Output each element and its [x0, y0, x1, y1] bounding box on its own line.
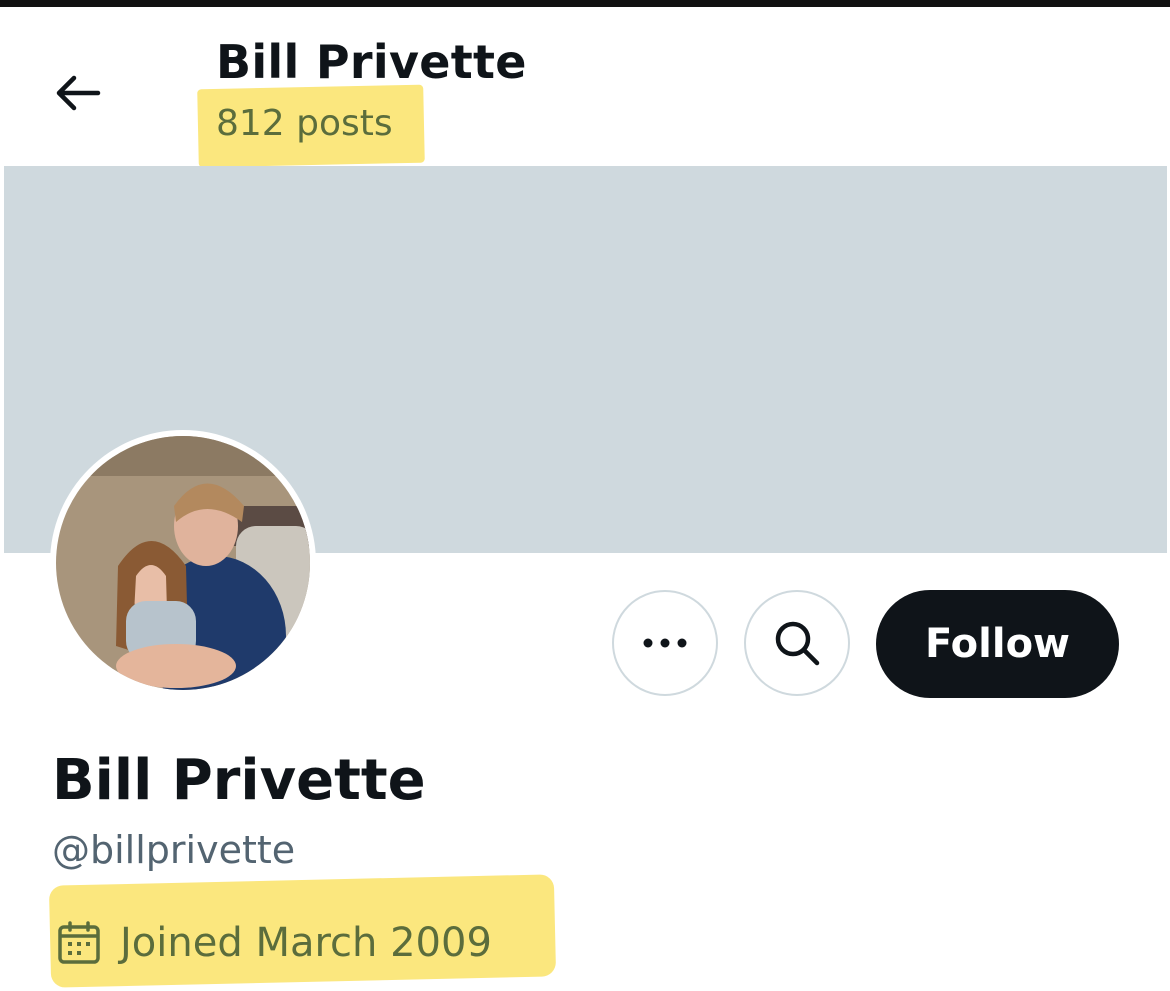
calendar-icon [56, 920, 102, 966]
header-title: Bill Privette [216, 35, 527, 89]
posts-count: 812 posts [216, 103, 393, 144]
top-edge-bar [0, 0, 1170, 7]
search-icon [775, 621, 820, 666]
profile-handle: @billprivette [52, 828, 296, 872]
search-profile-button[interactable] [744, 590, 850, 696]
avatar-photo [56, 436, 310, 690]
back-arrow-icon [56, 75, 101, 111]
profile-page: Bill Privette 812 posts Follow Bill Priv… [0, 0, 1170, 991]
joined-date: Joined March 2009 [120, 920, 492, 966]
joined-date-row: Joined March 2009 [56, 920, 492, 966]
back-button[interactable] [42, 57, 114, 129]
more-options-button[interactable] [612, 590, 718, 696]
avatar[interactable] [50, 430, 316, 696]
profile-header: Bill Privette 812 posts [0, 7, 1170, 168]
more-options-icon [643, 638, 687, 648]
profile-name: Bill Privette [52, 748, 426, 813]
follow-button[interactable]: Follow [876, 590, 1119, 698]
